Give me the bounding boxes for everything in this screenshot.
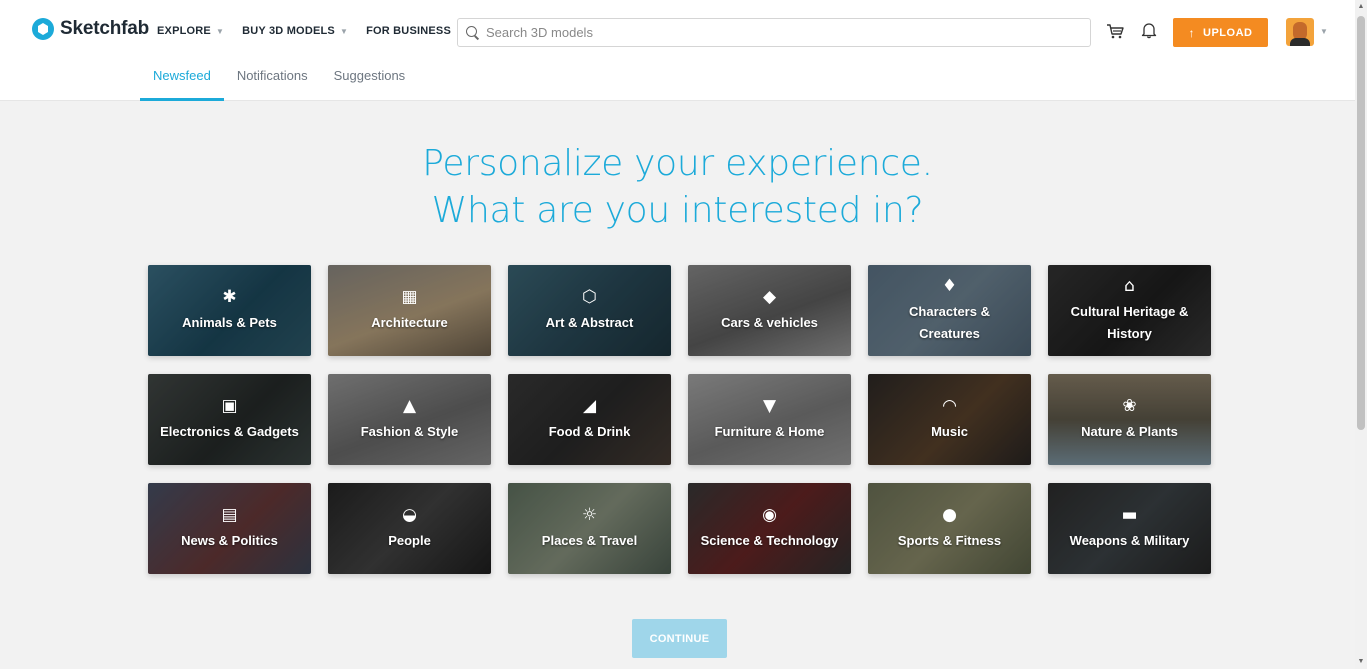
chevron-down-icon: ▼: [339, 26, 349, 36]
bug-icon: ✱: [222, 287, 237, 307]
search-input[interactable]: [486, 25, 1076, 40]
tank-icon: ▬: [1121, 505, 1138, 525]
pizza-icon: ◢: [582, 396, 597, 416]
avatar-chevron-down-icon[interactable]: ▼: [1320, 27, 1328, 36]
page-scrollbar[interactable]: ▲ ▼: [1355, 0, 1367, 669]
heel-icon: ▲: [402, 396, 417, 416]
search-icon: [466, 25, 480, 40]
sketchfab-logo-icon: [32, 18, 54, 40]
newspaper-icon: ▤: [221, 505, 238, 525]
tab-newsfeed[interactable]: Newsfeed: [140, 62, 224, 101]
category-tile-food-drink[interactable]: ◢ Food & Drink: [508, 374, 671, 465]
category-tile-weapons-military[interactable]: ▬ Weapons & Military: [1048, 483, 1211, 574]
page-title: Personalize your experience. What are yo…: [0, 140, 1355, 234]
scroll-thumb[interactable]: [1357, 16, 1365, 430]
category-label: Food & Drink: [548, 423, 631, 439]
lamp-icon: ▼: [762, 396, 777, 416]
scroll-down-arrow-icon[interactable]: ▼: [1355, 655, 1367, 669]
chevron-down-icon: ▼: [215, 26, 225, 36]
nav-explore-label: EXPLORE: [157, 25, 211, 37]
sketchfab-logo[interactable]: Sketchfab: [32, 18, 149, 40]
category-tile-cultural-heritage-history[interactable]: ⌂ Cultural Heritage & History: [1048, 265, 1211, 356]
nav-explore[interactable]: EXPLORE ▼: [157, 25, 224, 37]
category-tile-furniture-home[interactable]: ▼ Furniture & Home: [688, 374, 851, 465]
ball-icon: ●: [942, 505, 957, 525]
cart-icon[interactable]: [1106, 22, 1124, 40]
category-tile-architecture[interactable]: ▦ Architecture: [328, 265, 491, 356]
category-label: Weapons & Military: [1069, 532, 1190, 548]
arrow-up-icon: ↑: [1188, 25, 1196, 40]
category-label: Art & Abstract: [545, 314, 634, 330]
upload-label: UPLOAD: [1203, 26, 1253, 39]
category-label: People: [388, 532, 431, 548]
category-label: Cars & vehicles: [721, 314, 818, 330]
page-title-line-1: Personalize your experience.: [422, 143, 933, 184]
logo-text: Sketchfab: [60, 18, 150, 39]
continue-button[interactable]: CONTINUE: [632, 619, 727, 658]
sun-icon: ☼: [581, 505, 598, 525]
category-label: Nature & Plants: [1081, 423, 1178, 439]
category-label: Places & Travel: [541, 532, 638, 548]
category-tile-news-politics[interactable]: ▤ News & Politics: [148, 483, 311, 574]
category-label: Electronics & Gadgets: [160, 423, 299, 439]
main-nav: EXPLORE ▼ BUY 3D MODELS ▼ FOR BUSINESS ▼: [157, 25, 464, 37]
search-box: [457, 18, 1091, 47]
feed-tabs: Newsfeed Notifications Suggestions: [140, 62, 418, 101]
category-tile-characters-creatures[interactable]: ♦ Characters & Creatures: [868, 265, 1031, 356]
category-tile-music[interactable]: ◠ Music: [868, 374, 1031, 465]
nav-buy-label: BUY 3D MODELS: [242, 25, 335, 37]
nav-buy-3d-models[interactable]: BUY 3D MODELS ▼: [242, 25, 348, 37]
category-label: Sports & Fitness: [897, 532, 1002, 548]
scroll-up-arrow-icon[interactable]: ▲: [1355, 0, 1367, 14]
flower-icon: ❀: [1122, 396, 1137, 416]
site-header: Sketchfab EXPLORE ▼ BUY 3D MODELS ▼ FOR …: [0, 0, 1355, 101]
nav-for-business[interactable]: FOR BUSINESS ▼: [366, 25, 464, 37]
headphones-icon: ◠: [942, 396, 957, 416]
tab-suggestions[interactable]: Suggestions: [321, 62, 419, 101]
category-label: News & Politics: [181, 532, 278, 548]
chip-icon: ▣: [221, 396, 238, 416]
car-icon: ◆: [762, 287, 777, 307]
category-tile-cars-vehicles[interactable]: ◆ Cars & vehicles: [688, 265, 851, 356]
avatar[interactable]: [1286, 18, 1314, 46]
nav-business-label: FOR BUSINESS: [366, 25, 451, 37]
category-tile-people[interactable]: ◒ People: [328, 483, 491, 574]
category-tile-art-abstract[interactable]: ⬡ Art & Abstract: [508, 265, 671, 356]
tab-notifications[interactable]: Notifications: [224, 62, 321, 101]
abstract-icon: ⬡: [582, 287, 597, 307]
category-tile-fashion-style[interactable]: ▲ Fashion & Style: [328, 374, 491, 465]
category-label: Cultural Heritage & History: [1070, 303, 1189, 341]
compass-icon: ◉: [762, 505, 777, 525]
category-label: Science & Technology: [700, 532, 839, 548]
bell-icon[interactable]: [1140, 21, 1158, 39]
category-tile-sports-fitness[interactable]: ● Sports & Fitness: [868, 483, 1031, 574]
category-label: Music: [931, 423, 968, 439]
category-label: Fashion & Style: [360, 423, 459, 439]
page-title-line-2: What are you interested in?: [431, 190, 924, 231]
museum-icon: ⌂: [1124, 276, 1135, 296]
avatar-body: [1290, 38, 1310, 46]
category-tile-electronics-gadgets[interactable]: ▣ Electronics & Gadgets: [148, 374, 311, 465]
category-tile-nature-plants[interactable]: ❀ Nature & Plants: [1048, 374, 1211, 465]
character-icon: ♦: [941, 276, 958, 296]
category-grid: ✱ Animals & Pets ▦ Architecture ⬡ Art & Abstr…: [148, 265, 1211, 574]
category-tile-science-technology[interactable]: ◉ Science & Technology: [688, 483, 851, 574]
category-tile-animals-pets[interactable]: ✱ Animals & Pets: [148, 265, 311, 356]
category-tile-places-travel[interactable]: ☼ Places & Travel: [508, 483, 671, 574]
category-label: Architecture: [371, 314, 448, 330]
category-label: Furniture & Home: [714, 423, 825, 439]
category-label: Animals & Pets: [182, 314, 277, 330]
building-icon: ▦: [401, 287, 418, 307]
top-bar: Sketchfab EXPLORE ▼ BUY 3D MODELS ▼ FOR …: [0, 0, 1355, 62]
category-label: Characters & Creatures: [909, 303, 990, 341]
sunglasses-icon: ◒: [402, 505, 417, 525]
upload-button[interactable]: ↑ UPLOAD: [1173, 18, 1268, 47]
